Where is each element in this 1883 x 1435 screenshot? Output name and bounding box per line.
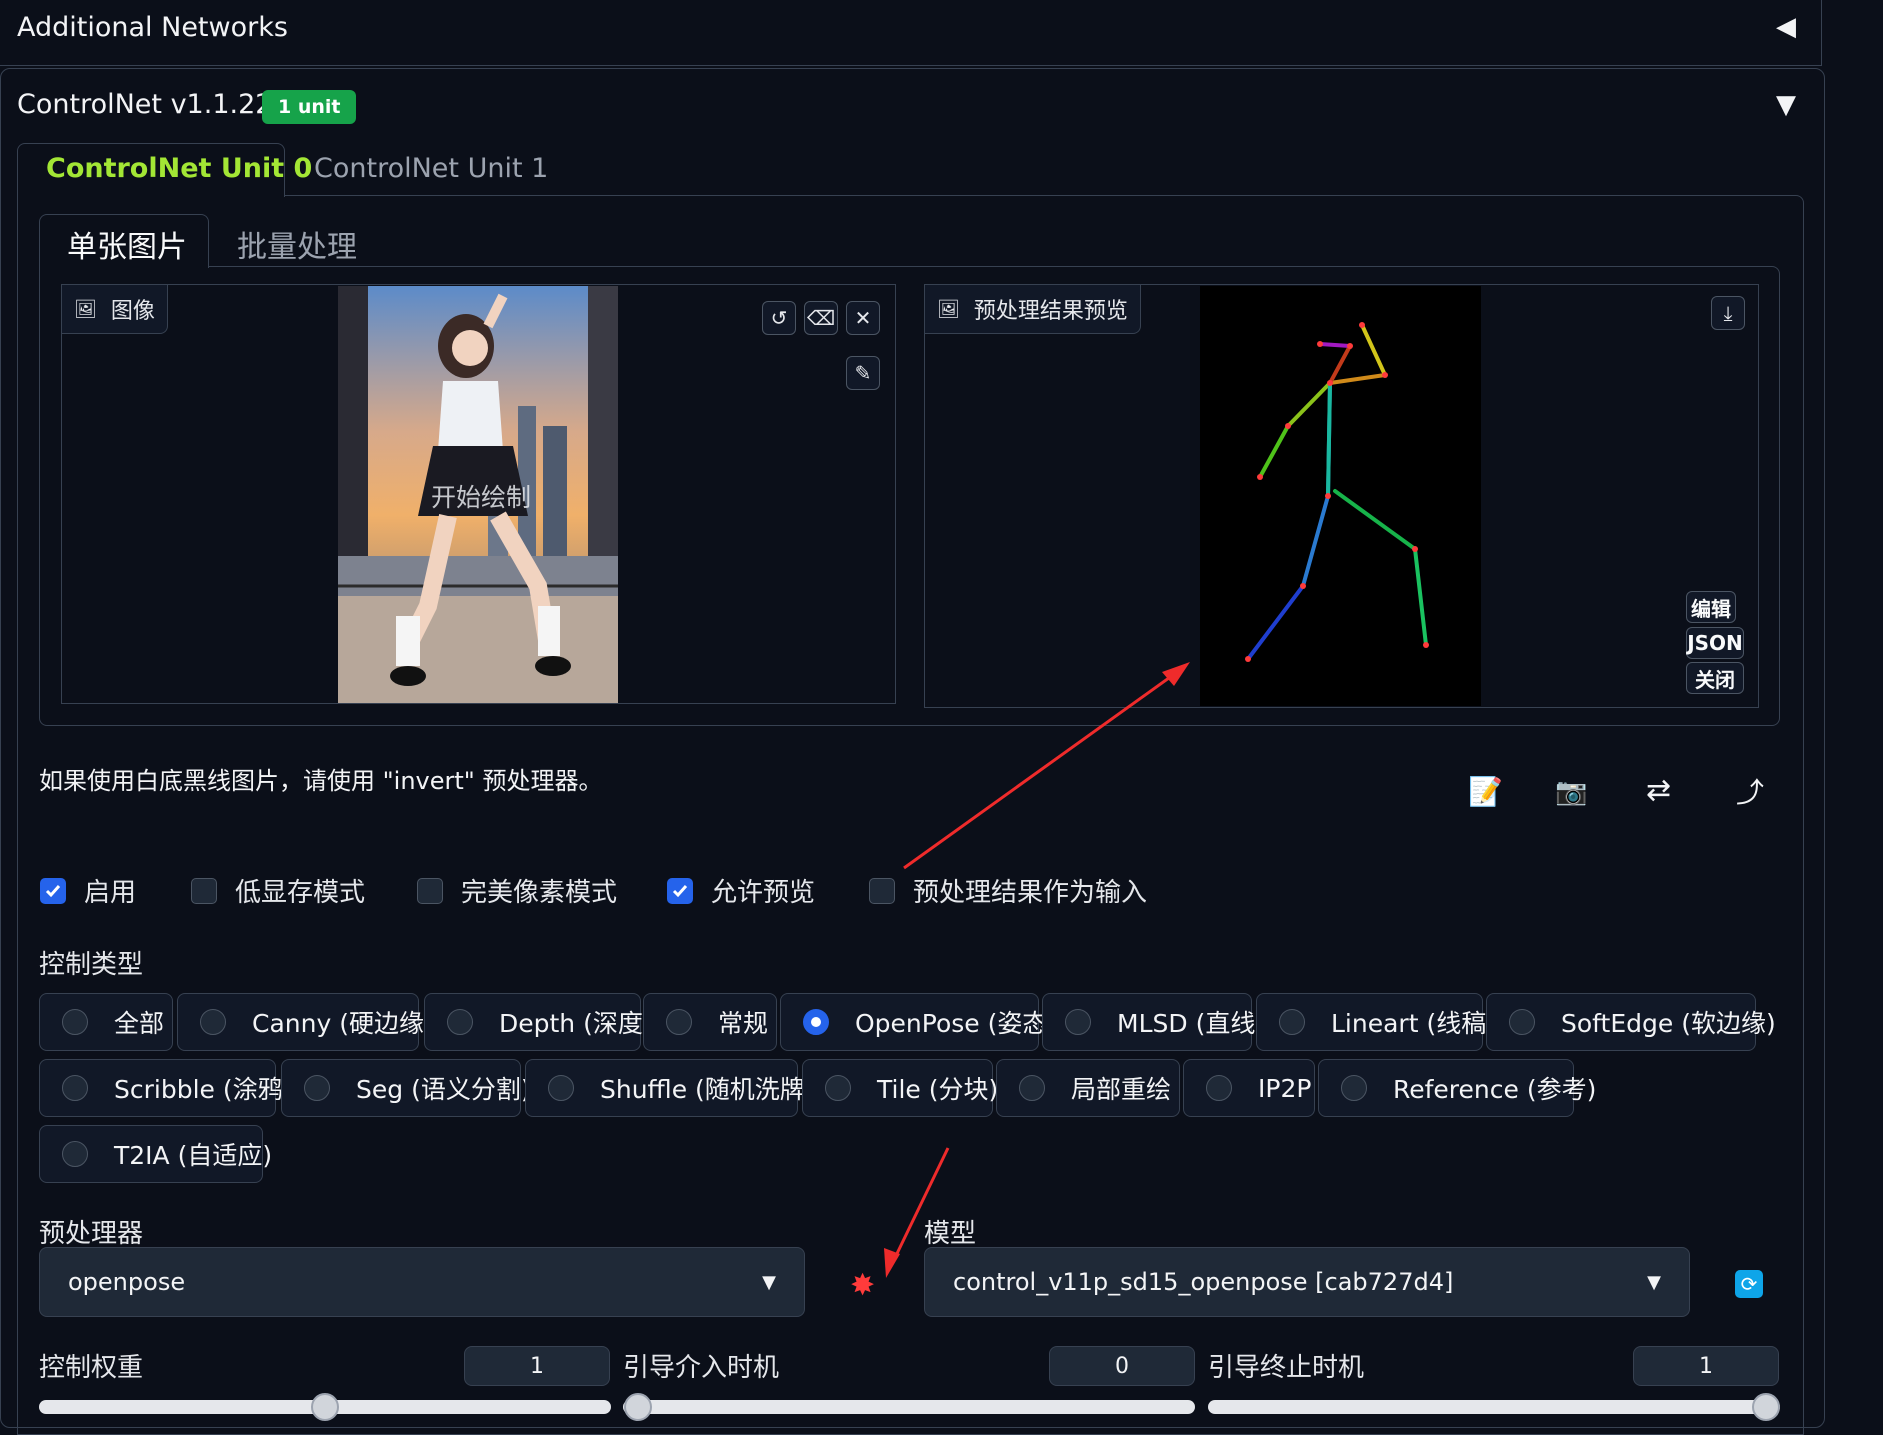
annotation-arrows	[884, 662, 1190, 1278]
